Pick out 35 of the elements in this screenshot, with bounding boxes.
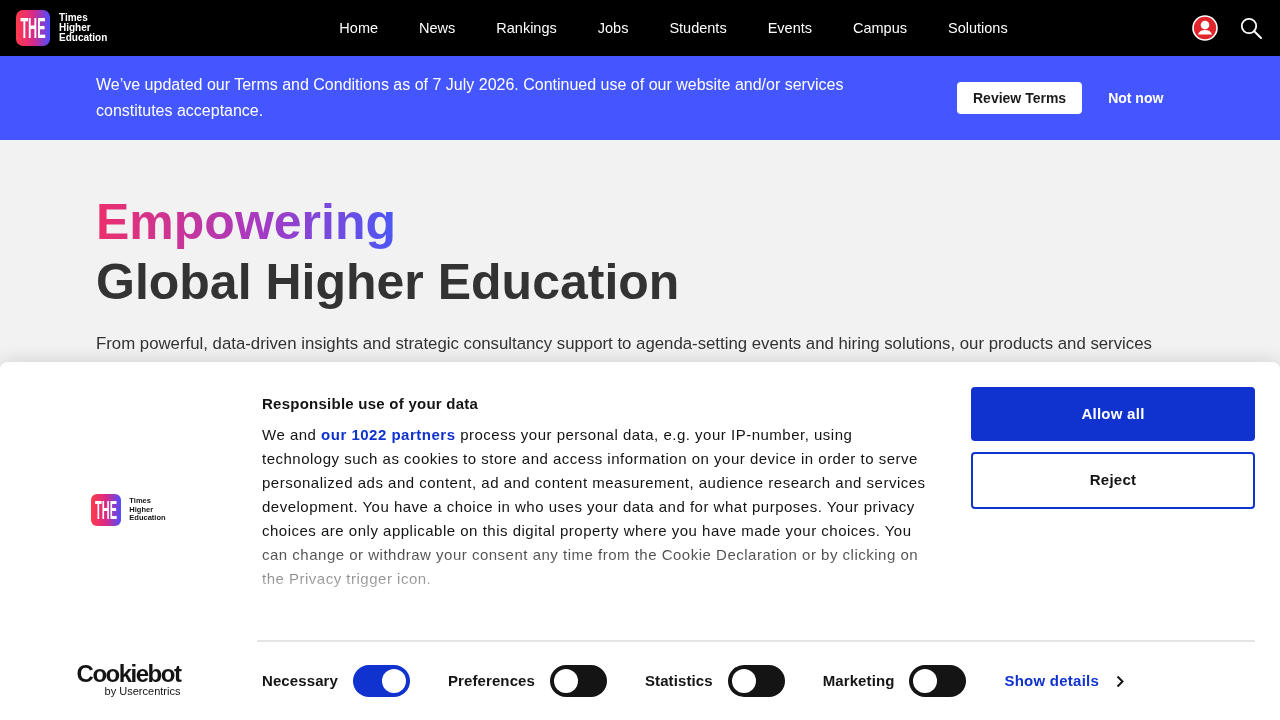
nav-link[interactable]: Events: [767, 20, 812, 36]
logo-mark[interactable]: THE: [16, 10, 50, 46]
toggle-switch[interactable]: [352, 665, 410, 697]
nav-link[interactable]: Jobs: [597, 20, 629, 36]
hero-heading: Global Higher Education: [96, 254, 680, 310]
dismiss-link[interactable]: Not now: [1108, 87, 1164, 109]
partners-link[interactable]: our 1022 partners: [321, 426, 456, 443]
logo-mark: THE: [91, 494, 122, 526]
toggle-switch[interactable]: [909, 665, 967, 697]
toggle-label: Statistics: [644, 670, 713, 691]
toggle-label: Marketing: [822, 670, 895, 691]
brand-logo-text: Cookiebot: [76, 663, 181, 685]
consent-text: We and our 1022 partners process your personal data, e.g. your IP-number, using technology such as cookies to store and access information on your device in order to serve personalized ads and content, ad and content measurement, audience research and services development. You have a choice in who uses your data and for what purposes. Your privacy choices are only applicable on this digital property where you have made your choices. You can change or withdraw your consent any time from the Cookie Declaration or by clicking on the Privacy trigger icon.: [262, 425, 927, 589]
hero-text: From powerful, data-driven insights and strategic consultancy support to agenda-setting events and hiring solutions, our products and services: [96, 333, 1153, 355]
notice-text: We’ve updated our Terms and Conditions as of 7 July 2026. Continued use of our website and/or services constitutes acceptance.: [96, 75, 845, 121]
nav-link[interactable]: Students: [669, 20, 727, 36]
nav-link[interactable]: News: [419, 20, 456, 36]
toggle-switch[interactable]: [727, 665, 785, 697]
nav-link[interactable]: Home: [339, 20, 379, 36]
chevron-right-icon[interactable]: [1116, 674, 1125, 688]
nav-link[interactable]: Solutions: [948, 20, 1008, 36]
logo-text[interactable]: Times Higher Education: [59, 13, 108, 43]
nav-link[interactable]: Rankings: [496, 20, 557, 36]
allow-all-button[interactable]: Allow all: [971, 387, 1255, 441]
user-account-icon[interactable]: [1192, 15, 1218, 41]
show-details-link[interactable]: Show details: [1004, 669, 1125, 693]
search-icon[interactable]: [1240, 17, 1262, 39]
reject-button[interactable]: Reject: [971, 452, 1255, 509]
review-terms-button[interactable]: Review Terms: [957, 82, 1083, 114]
toggle-switch[interactable]: [549, 665, 607, 697]
toggle-label: Necessary: [262, 670, 338, 691]
consent-heading: Responsible use of your data: [262, 394, 480, 414]
nav-link[interactable]: Campus: [853, 20, 907, 36]
toggle-label: Preferences: [447, 670, 535, 691]
brand-byline: by Usercentrics: [104, 685, 181, 697]
